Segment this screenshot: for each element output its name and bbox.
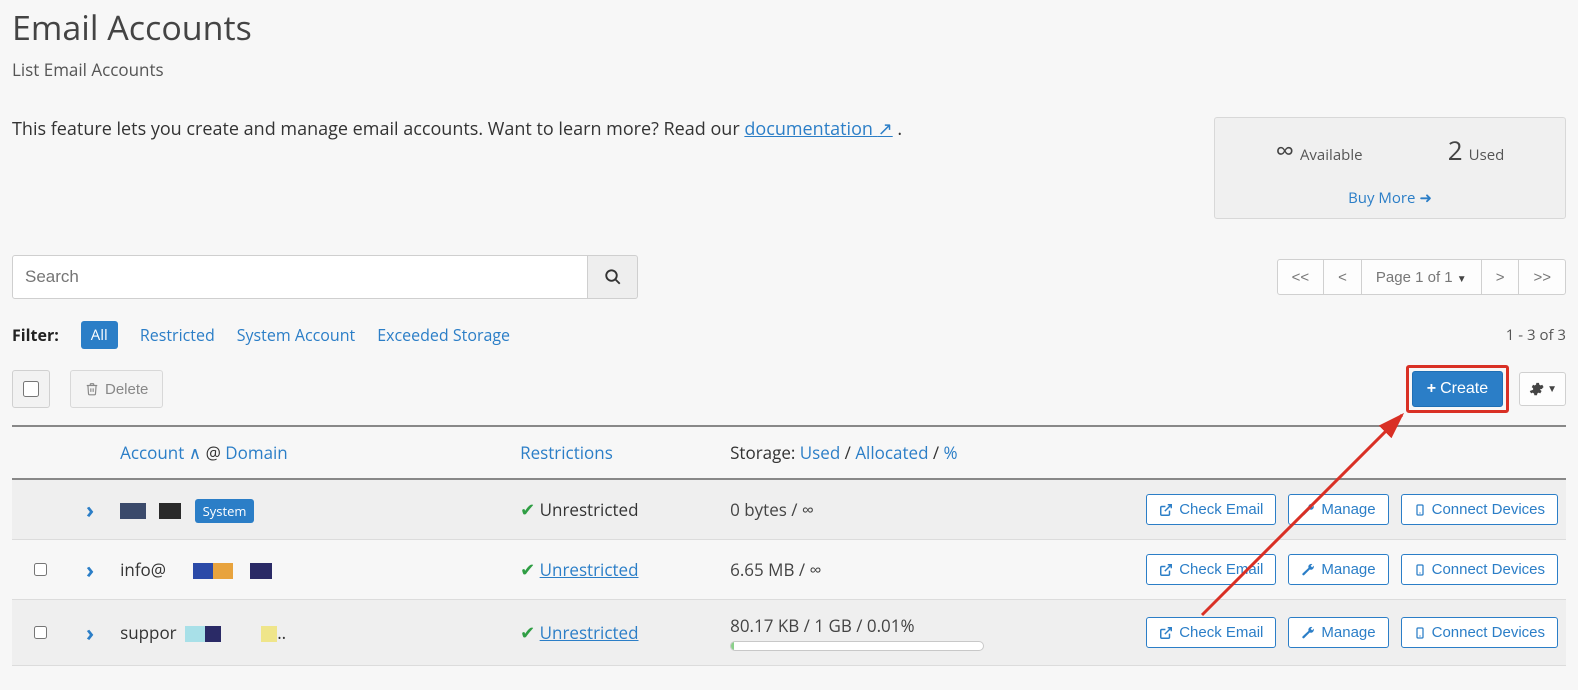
external-icon: [1159, 626, 1173, 640]
result-count: 1 - 3 of 3: [1506, 325, 1566, 345]
select-all-checkbox[interactable]: [23, 381, 39, 397]
sort-restrictions[interactable]: Restrictions: [520, 441, 613, 464]
page-first-button[interactable]: <<: [1277, 259, 1325, 295]
stats-panel: ∞ Available 2 Used Buy More ➜: [1214, 117, 1566, 219]
used-value: 2: [1448, 132, 1463, 168]
gear-icon: [1528, 381, 1544, 397]
caret-down-icon: ▼: [1547, 384, 1557, 395]
account-cell: System: [112, 479, 512, 540]
storage-cell: 6.65 MB / ∞: [722, 540, 1092, 600]
check-icon: ✔: [520, 558, 535, 582]
used-label: Used: [1469, 145, 1505, 165]
select-all-wrapper[interactable]: [12, 370, 50, 408]
create-button[interactable]: + Create: [1412, 371, 1503, 407]
restriction-link[interactable]: Unrestricted: [540, 621, 639, 644]
row-checkbox[interactable]: [34, 626, 47, 639]
filter-label: Filter:: [12, 324, 59, 346]
expand-row-chevron-icon[interactable]: ›: [76, 495, 104, 525]
check-icon: ✔: [520, 498, 535, 522]
filter-system-account[interactable]: System Account: [237, 324, 355, 346]
page-last-button[interactable]: >>: [1518, 259, 1566, 295]
system-badge: System: [195, 499, 255, 523]
filter-all[interactable]: All: [81, 321, 118, 349]
available-symbol: ∞: [1276, 132, 1294, 168]
expand-row-chevron-icon[interactable]: ›: [76, 618, 104, 648]
restriction-link[interactable]: Unrestricted: [540, 558, 639, 581]
arrow-right-icon: ➜: [1419, 188, 1432, 208]
search-button[interactable]: [588, 255, 638, 299]
storage-cell: 0 bytes / ∞: [722, 479, 1092, 540]
sort-domain[interactable]: Domain: [225, 441, 287, 464]
available-label: Available: [1300, 145, 1363, 165]
wrench-icon: [1301, 626, 1315, 640]
search-input[interactable]: [12, 255, 588, 299]
external-icon: [1159, 503, 1173, 517]
restriction-text: Unrestricted: [540, 498, 639, 521]
plus-icon: +: [1427, 380, 1436, 398]
external-icon: [1159, 563, 1173, 577]
search-icon: [604, 268, 622, 286]
page-prev-button[interactable]: <: [1323, 259, 1362, 295]
sort-storage-allocated[interactable]: Allocated: [855, 441, 928, 464]
caret-down-icon: ▼: [1457, 274, 1467, 285]
page-subtitle: List Email Accounts: [12, 58, 1566, 81]
documentation-link[interactable]: documentation ↗: [744, 117, 892, 141]
page-title: Email Accounts: [12, 4, 1566, 50]
page-indicator-button[interactable]: Page 1 of 1 ▼: [1361, 259, 1482, 295]
device-icon: [1414, 626, 1426, 640]
sort-asc-icon: ∧: [189, 441, 201, 464]
delete-button[interactable]: Delete: [70, 370, 163, 408]
pagination: << < Page 1 of 1 ▼ > >>: [1278, 259, 1566, 295]
annotation-arrow: [1192, 405, 1442, 625]
buy-more-link[interactable]: Buy More ➜: [1348, 188, 1432, 208]
trash-icon: [85, 382, 99, 396]
filter-restricted[interactable]: Restricted: [140, 324, 215, 346]
page-next-button[interactable]: >: [1481, 259, 1520, 295]
sort-storage-used[interactable]: Used: [800, 441, 840, 464]
expand-row-chevron-icon[interactable]: ›: [76, 555, 104, 585]
filter-exceeded-storage[interactable]: Exceeded Storage: [377, 324, 510, 346]
page-description: This feature lets you create and manage …: [12, 117, 902, 141]
check-icon: ✔: [520, 621, 535, 645]
sort-storage-percent[interactable]: %: [944, 441, 958, 464]
storage-progress: [730, 641, 984, 651]
account-cell: info@: [112, 540, 512, 600]
row-checkbox[interactable]: [34, 563, 47, 576]
settings-dropdown-button[interactable]: ▼: [1519, 372, 1566, 406]
external-link-icon: ↗: [878, 117, 893, 141]
sort-account[interactable]: Account ∧: [120, 441, 201, 464]
